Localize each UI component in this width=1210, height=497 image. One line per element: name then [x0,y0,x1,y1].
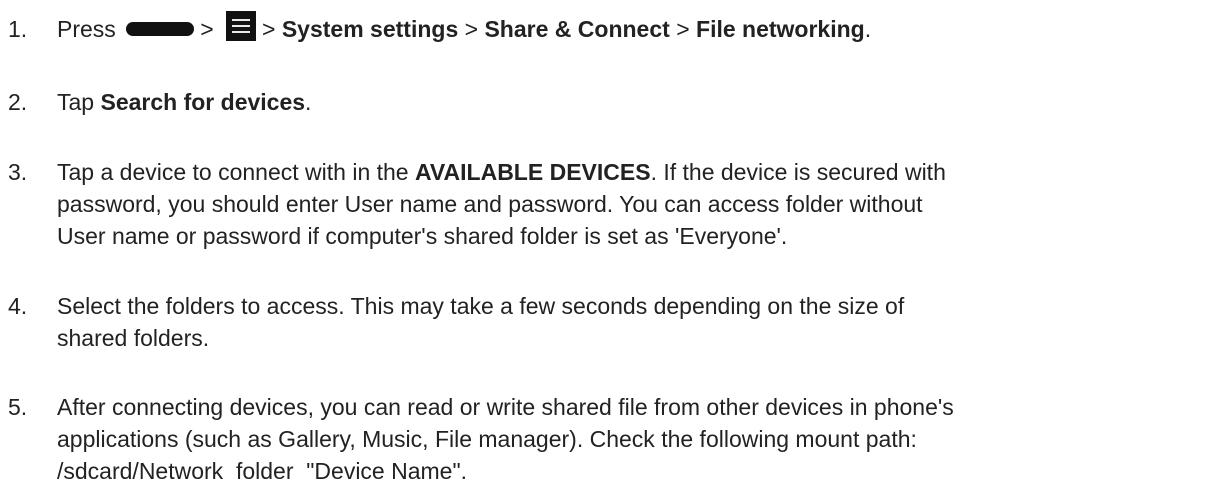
step-number: 4. [8,293,28,319]
step-5-line1: After connecting devices, you can read o… [57,394,954,420]
separator: > [262,16,276,42]
step-text: Tap a device to connect with in the AVAI… [57,156,1202,252]
menu-key-icon [226,10,257,41]
press-text: Press [57,16,116,42]
step-4-line2: shared folders. [57,325,210,351]
step-4-line1: Select the folders to access. This may t… [57,293,905,319]
step-text: Select the folders to access. This may t… [57,290,1202,354]
step-5-line3: /sdcard/Network folder "Device Name". [57,458,468,484]
step-5-line2: applications (such as Gallery, Music, Fi… [57,426,917,452]
separator: > [200,16,214,42]
step-3-line2: password, you should enter User name and… [57,191,923,217]
tap-text: Tap [57,89,95,115]
step-number: 2. [8,89,28,115]
step-text: Tap Search for devices. [57,86,1202,118]
separator: > [464,16,479,42]
period: . [305,89,312,115]
period: . [864,16,872,42]
step-number: 5. [8,394,28,420]
step-text: After connecting devices, you can read o… [57,391,1202,487]
share-connect-label: Share & Connect [484,16,670,42]
home-key-icon [126,21,195,36]
file-networking-label: File networking [696,16,865,42]
separator: > [676,16,690,42]
step-number: 3. [8,159,28,185]
step-3-line1-rest: . If the device is secured with [650,159,946,185]
step-3-intro: Tap a device to connect with in the [57,159,409,185]
search-for-devices-label: Search for devices [100,89,306,115]
system-settings-label: System settings [281,16,459,42]
available-devices-label: AVAILABLE DEVICES [415,159,651,185]
step-3-line3: User name or password if computer's shar… [57,223,788,249]
step-number: 1. [8,16,28,42]
step-text: Press > > System settings > Share & Conn… [57,10,1202,45]
